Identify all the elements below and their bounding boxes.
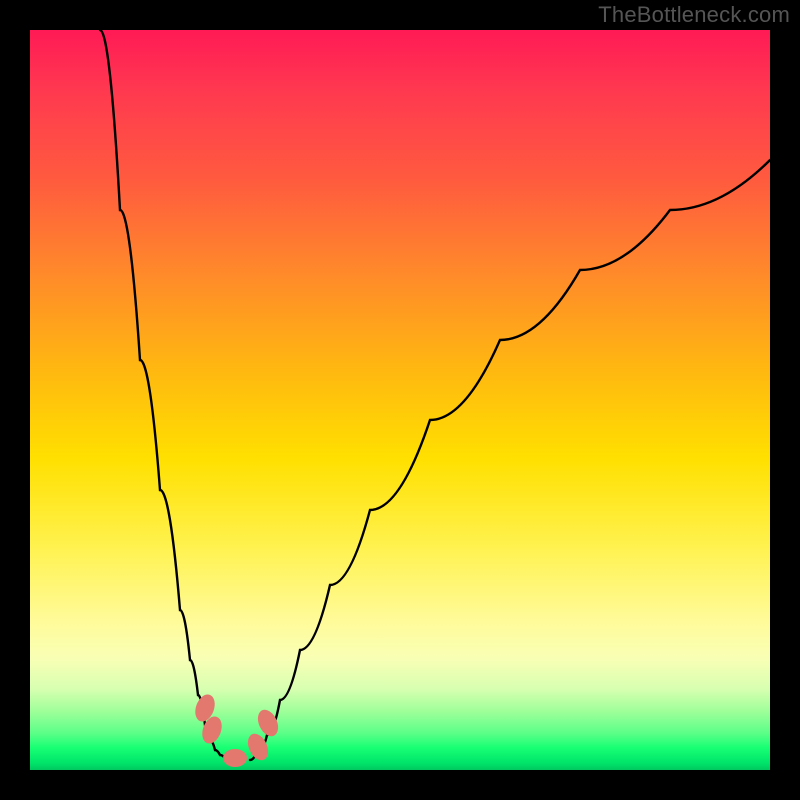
- chart-area: [30, 30, 770, 770]
- marker-bottom-mid: [223, 749, 247, 767]
- watermark-text: TheBottleneck.com: [598, 2, 790, 28]
- curve-layer: [30, 30, 770, 770]
- marker-group: [192, 692, 282, 767]
- curve-right-branch: [250, 160, 770, 760]
- curve-left-branch: [100, 30, 230, 760]
